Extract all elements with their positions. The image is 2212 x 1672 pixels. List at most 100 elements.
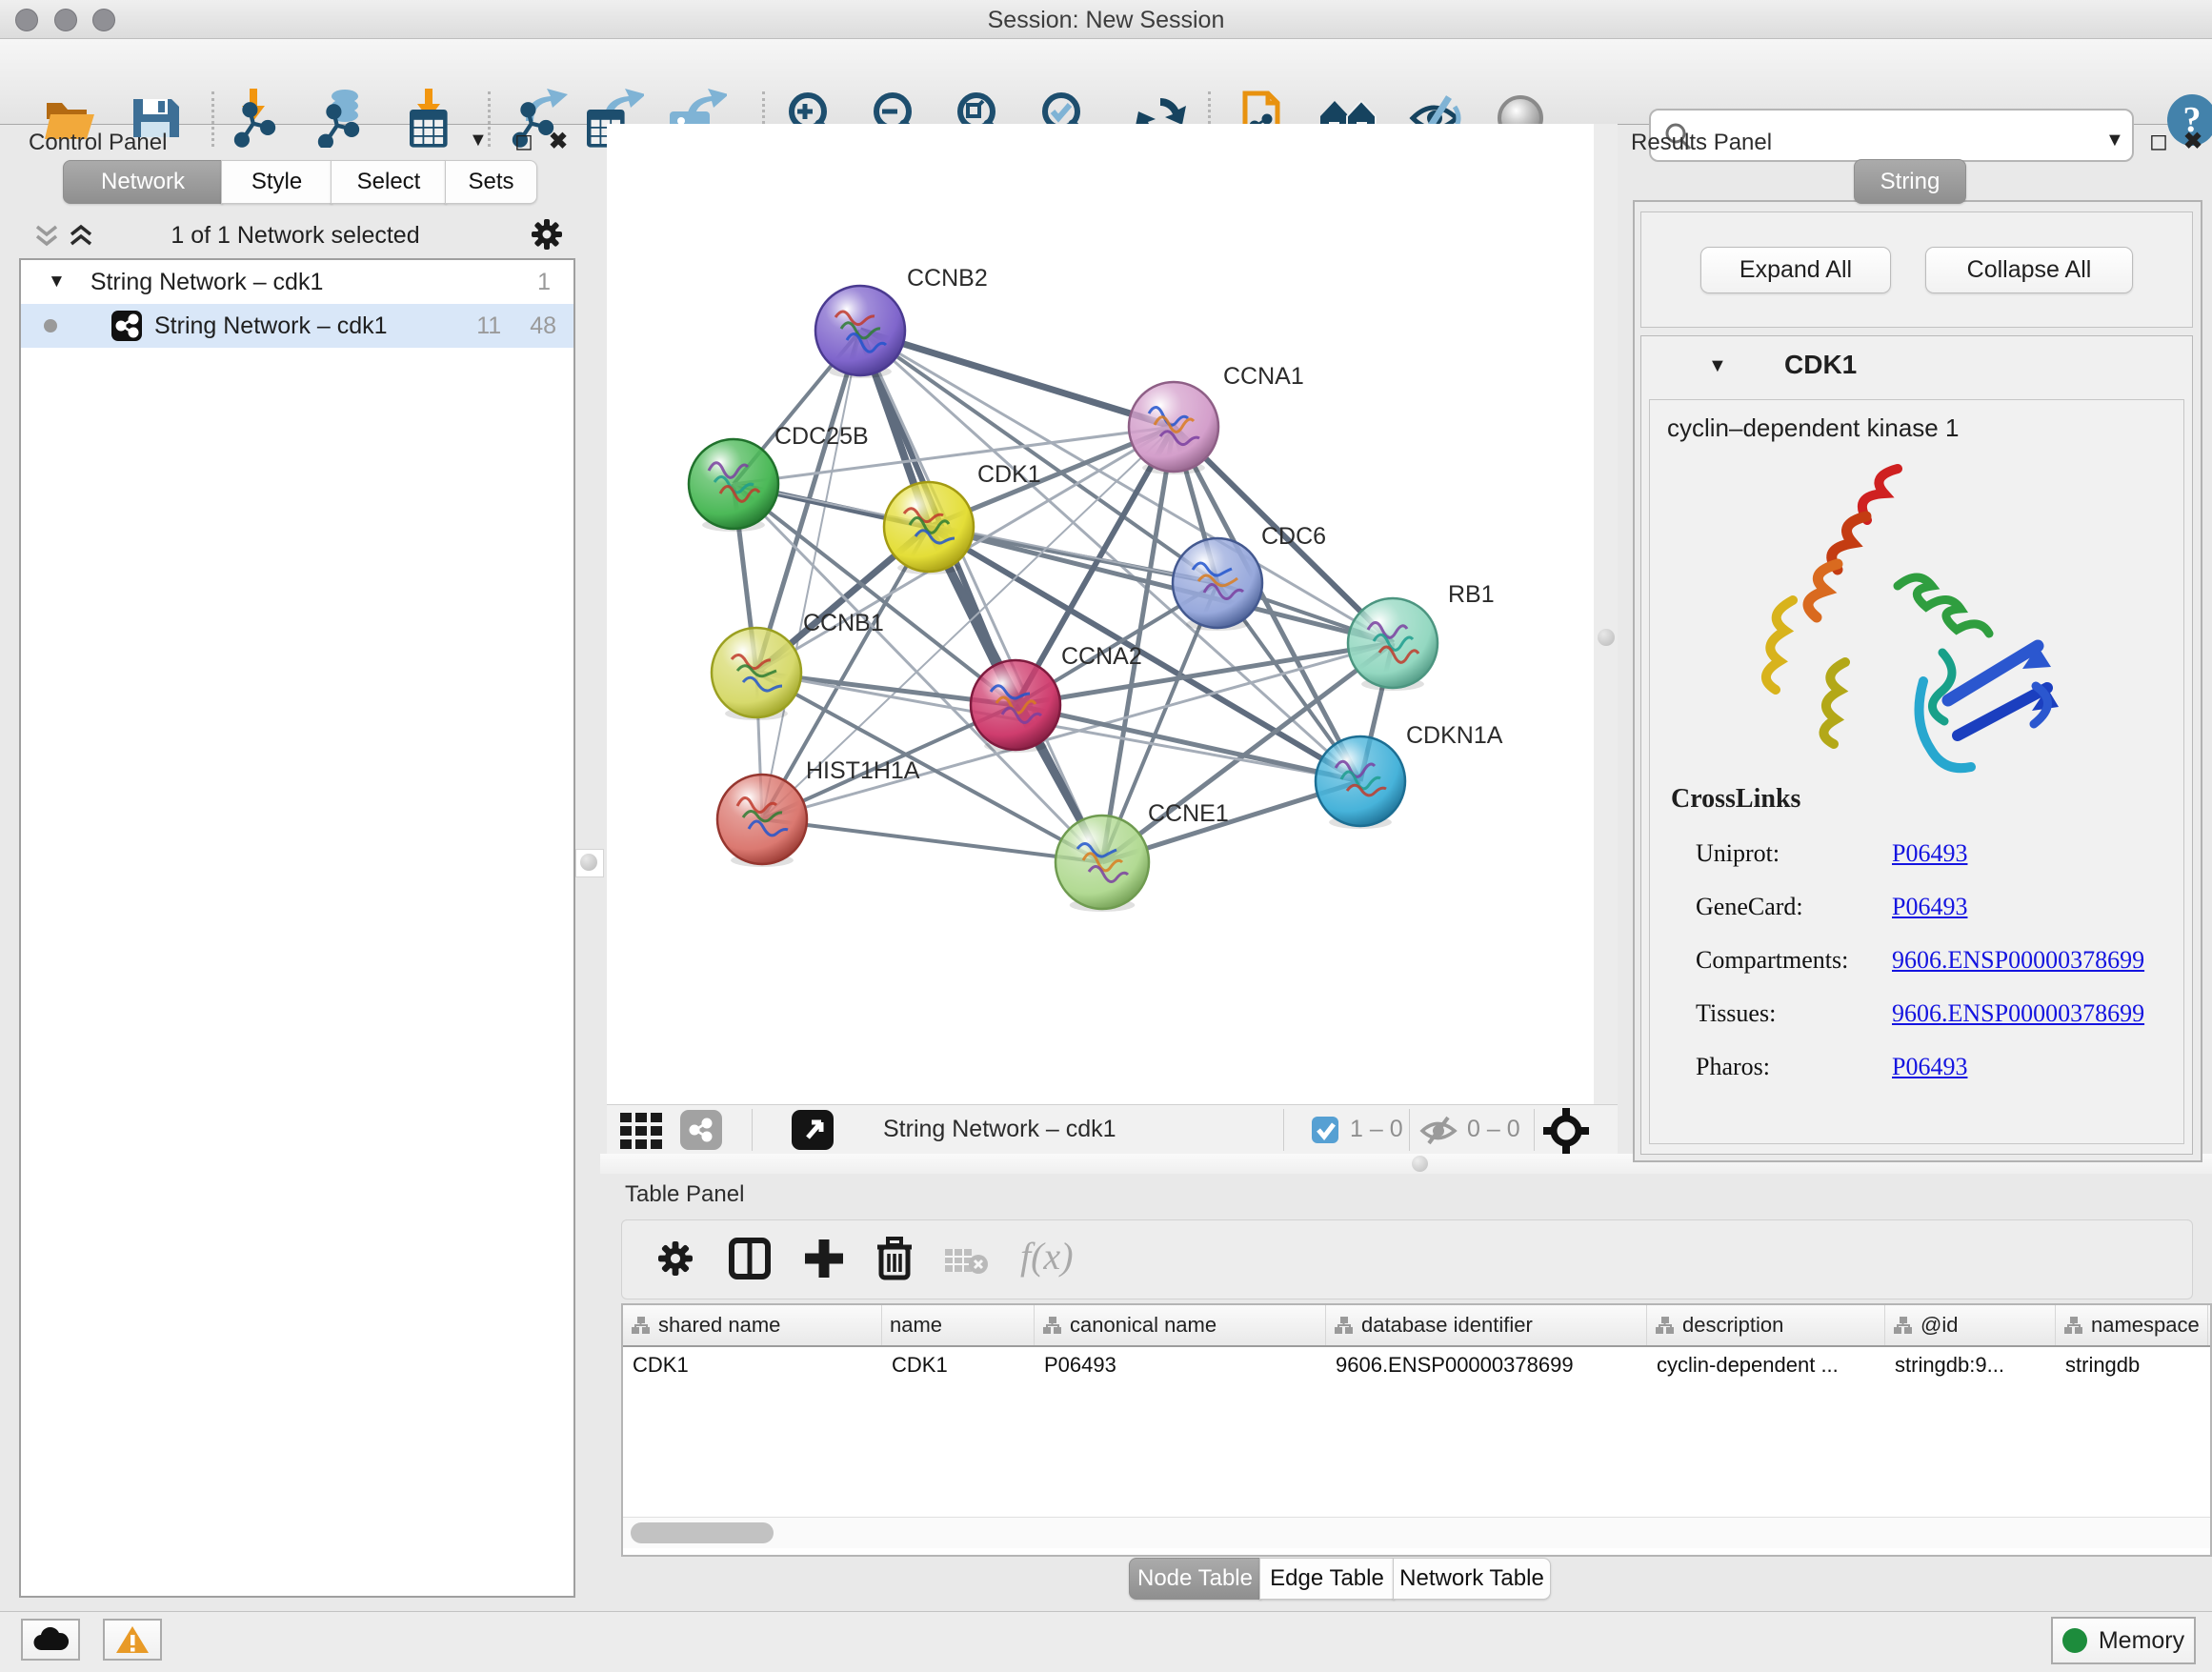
table-cell[interactable]: stringdb (2056, 1345, 2208, 1385)
network-tree: ▼ String Network – cdk1 1 String Network… (19, 258, 575, 1598)
table-column-header[interactable]: name (882, 1305, 1035, 1345)
selected-checkbox-icon[interactable] (1311, 1116, 1339, 1144)
string-view-icon[interactable] (679, 1109, 723, 1151)
table-cell[interactable]: CDK1 (882, 1345, 1035, 1385)
results-close-button[interactable]: ✖ (2183, 128, 2202, 155)
show-columns-icon[interactable] (729, 1238, 771, 1279)
tab-sets[interactable]: Sets (445, 160, 537, 204)
network-node[interactable] (884, 482, 974, 572)
delete-column-trash-icon[interactable] (875, 1236, 914, 1281)
collection-count: 1 (537, 269, 551, 296)
tab-network-table[interactable]: Network Table (1393, 1558, 1551, 1600)
node-label: CCNA1 (1223, 363, 1304, 390)
network-row-selected[interactable]: String Network – cdk1 11 48 (21, 304, 573, 348)
results-float-button[interactable]: ◻ (2149, 128, 2168, 155)
control-panel-title: Control Panel (29, 130, 167, 156)
warnings-button[interactable] (103, 1619, 162, 1661)
network-edge[interactable] (762, 819, 1102, 862)
network-node[interactable] (712, 628, 801, 717)
table-panel-title: Table Panel (625, 1181, 744, 1208)
crosslink-row: Tissues:9606.ENSP00000378699 (1696, 987, 2172, 1040)
table-cell[interactable]: CDK1 (623, 1345, 882, 1385)
column-type-icon (1655, 1316, 1675, 1335)
node-label: CDKN1A (1406, 722, 1503, 749)
fit-selected-crosshair-icon[interactable] (1543, 1108, 1589, 1154)
cloud-status-button[interactable] (21, 1619, 80, 1661)
table-cell[interactable]: cyclin-dependent ... (1647, 1345, 1885, 1385)
tab-string-results[interactable]: String (1854, 159, 1966, 204)
gene-name: CDK1 (1784, 350, 1857, 380)
table-header-row: shared namenamecanonical namedatabase id… (623, 1305, 2210, 1347)
tab-network[interactable]: Network (63, 160, 223, 204)
hscrollbar-thumb[interactable] (631, 1522, 774, 1543)
app-status-bar: Memory (0, 1611, 2212, 1672)
results-collapse-button[interactable]: ▼ (2105, 130, 2124, 151)
table-column-header[interactable]: @id (1885, 1305, 2056, 1345)
crosslinks-title: CrossLinks (1671, 784, 1800, 815)
network-edge[interactable] (1016, 705, 1360, 781)
grid-mode-icon[interactable] (620, 1113, 668, 1151)
section-collapse-arrow-icon[interactable]: ▼ (1708, 355, 1727, 377)
network-collection-row[interactable]: ▼ String Network – cdk1 1 (21, 260, 573, 304)
gene-section: ▼ CDK1 cyclin–dependent kinase 1 CrossLi… (1640, 335, 2193, 1155)
network-node[interactable] (1129, 382, 1218, 472)
network-node[interactable] (1348, 598, 1438, 688)
tree-expand-arrow-icon[interactable]: ▼ (48, 272, 66, 292)
node-label: CDC6 (1261, 523, 1326, 550)
table-hscrollbar[interactable] (623, 1517, 2210, 1548)
crosslink-link[interactable]: 9606.ENSP00000378699 (1892, 946, 2144, 975)
table-settings-gear-icon[interactable] (658, 1241, 693, 1276)
crosslink-link[interactable]: P06493 (1892, 893, 1967, 921)
collapse-all-button[interactable]: Collapse All (1925, 247, 2133, 293)
panel-close-button[interactable]: ✖ (549, 128, 568, 155)
tab-select[interactable]: Select (331, 160, 447, 204)
table-cell[interactable]: P06493 (1035, 1345, 1326, 1385)
crosslink-link[interactable]: P06493 (1892, 839, 1967, 868)
column-type-icon (2063, 1316, 2083, 1335)
network-node[interactable] (971, 660, 1060, 750)
birds-eye-view-icon[interactable] (791, 1109, 835, 1151)
results-panel-title: Results Panel (1631, 130, 1772, 156)
network-view-title: String Network – cdk1 (883, 1116, 1116, 1143)
crosslink-label: Compartments: (1696, 946, 1892, 975)
crosslink-link[interactable]: 9606.ENSP00000378699 (1892, 999, 2144, 1028)
tab-node-table[interactable]: Node Table (1129, 1558, 1261, 1600)
panel-float-button[interactable]: ◻ (514, 128, 533, 155)
node-label: CCNB1 (803, 610, 884, 636)
network-edge[interactable] (762, 331, 860, 819)
expand-all-button[interactable]: Expand All (1700, 247, 1891, 293)
network-edge[interactable] (860, 331, 1174, 427)
network-canvas[interactable]: CCNB2CCNA1CDC25BCDK1CDC6RB1CCNB1CCNA2CDK… (607, 124, 1595, 1104)
crosslink-link[interactable]: P06493 (1892, 1053, 1967, 1081)
network-nodes: CCNB2CCNA1CDC25BCDK1CDC6RB1CCNB1CCNA2CDK… (689, 265, 1503, 912)
memory-status-dot-icon (2062, 1628, 2087, 1653)
crosslink-row: Pharos:P06493 (1696, 1040, 2172, 1094)
table-column-header[interactable]: description (1647, 1305, 1885, 1345)
panel-collapse-button[interactable]: ▼ (469, 130, 488, 151)
table-column-header[interactable]: namespace (2056, 1305, 2208, 1345)
network-node[interactable] (689, 439, 778, 529)
table-column-header[interactable]: shared name (623, 1305, 882, 1345)
table-column-header[interactable]: canonical name (1035, 1305, 1326, 1345)
node-label: RB1 (1448, 581, 1495, 608)
table-cell[interactable]: 9606.ENSP00000378699 (1326, 1345, 1647, 1385)
left-splitter-handle[interactable] (575, 849, 604, 877)
right-splitter[interactable] (1594, 124, 1618, 1154)
network-row-label: String Network – cdk1 (154, 312, 388, 340)
network-node[interactable] (1316, 736, 1405, 826)
network-node[interactable] (815, 286, 905, 375)
memory-button[interactable]: Memory (2051, 1617, 2196, 1664)
cloud-icon (32, 1627, 69, 1652)
tab-edge-table[interactable]: Edge Table (1259, 1558, 1395, 1600)
crosslinks-list: Uniprot:P06493GeneCard:P06493Compartment… (1696, 827, 2172, 1094)
crosslink-label: Tissues: (1696, 999, 1892, 1028)
table-cell[interactable]: stringdb:9... (1885, 1345, 2056, 1385)
table-row[interactable]: CDK1CDK1P064939606.ENSP00000378699cyclin… (623, 1345, 2210, 1385)
add-column-plus-icon[interactable] (803, 1238, 845, 1279)
tab-style[interactable]: Style (221, 160, 332, 204)
network-graph[interactable]: CCNB2CCNA1CDC25BCDK1CDC6RB1CCNB1CCNA2CDK… (607, 124, 1594, 1104)
table-column-header[interactable]: database identifier (1326, 1305, 1647, 1345)
column-type-icon (1042, 1316, 1062, 1335)
network-node[interactable] (1056, 816, 1149, 909)
network-options-gear-icon[interactable] (532, 219, 562, 250)
